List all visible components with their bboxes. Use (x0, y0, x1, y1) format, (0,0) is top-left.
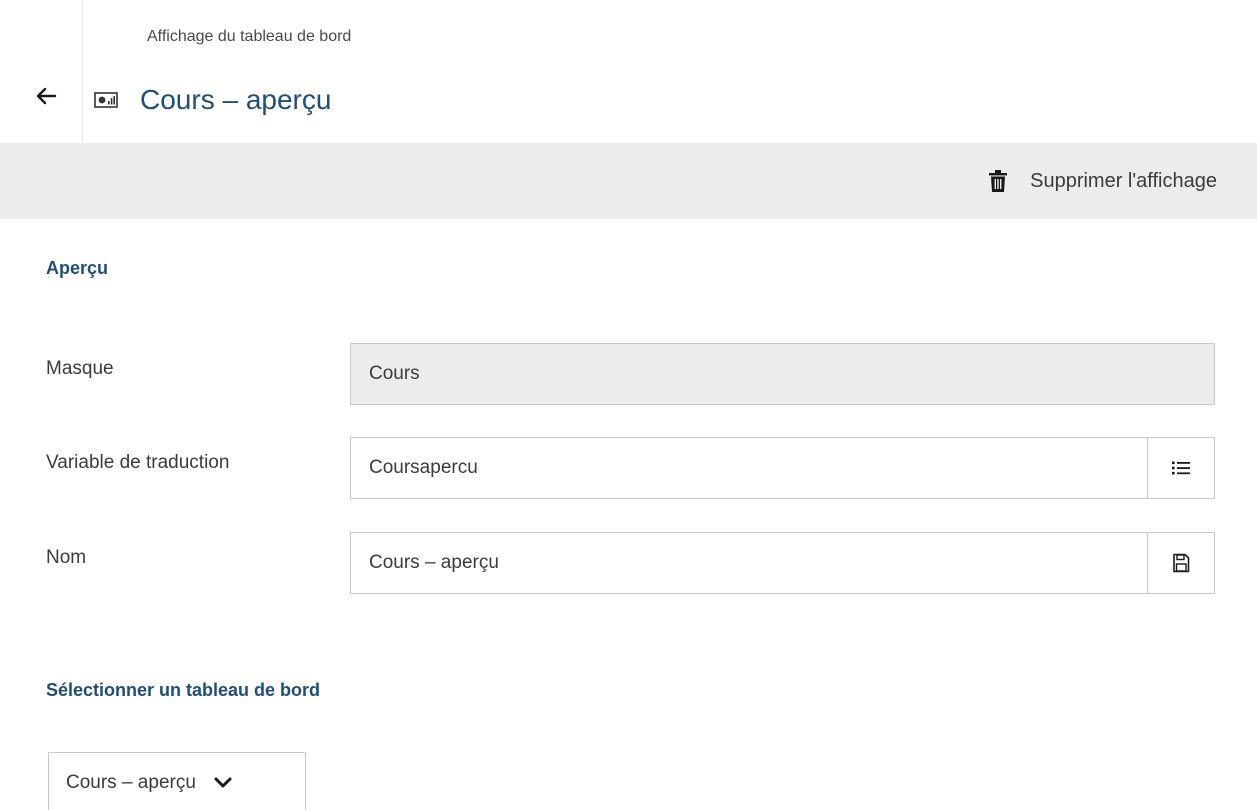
translation-variable-field (350, 437, 1215, 499)
dashboard-select-value: Cours – aperçu (66, 772, 196, 793)
translation-variable-input[interactable] (351, 438, 1147, 498)
delete-view-label: Supprimer l'affichage (1030, 169, 1217, 192)
save-name-button[interactable] (1147, 533, 1214, 593)
list-icon (1172, 461, 1190, 475)
name-field (350, 532, 1215, 594)
masque-label: Masque (46, 358, 114, 379)
page-header: Affichage du tableau de bord Cours – ape… (0, 0, 1257, 143)
action-toolbar: Supprimer l'affichage (0, 143, 1257, 219)
page: Affichage du tableau de bord Cours – ape… (0, 0, 1257, 810)
page-title: Cours – aperçu (140, 84, 332, 115)
masque-field (350, 343, 1215, 405)
overview-section-title: Aperçu (46, 258, 109, 278)
back-area (0, 0, 83, 143)
trash-icon (989, 170, 1008, 192)
dashboard-select[interactable]: Cours – aperçu (48, 752, 306, 810)
translation-list-button[interactable] (1147, 438, 1214, 498)
title-row: Cours – aperçu (94, 80, 331, 120)
dashboard-icon (94, 88, 130, 112)
name-input[interactable] (351, 533, 1147, 593)
floppy-disk-icon (1173, 553, 1190, 573)
breadcrumb[interactable]: Affichage du tableau de bord (147, 28, 351, 46)
delete-view-button[interactable]: Supprimer l'affichage (988, 165, 1217, 197)
back-button[interactable] (32, 82, 60, 110)
dashboard-select-section-title: Sélectionner un tableau de bord (46, 680, 321, 700)
arrow-left-icon (36, 87, 57, 105)
translation-variable-label: Variable de traduction (46, 452, 230, 473)
chevron-down-icon (214, 777, 232, 789)
masque-input (351, 344, 1214, 404)
name-label: Nom (46, 547, 87, 568)
